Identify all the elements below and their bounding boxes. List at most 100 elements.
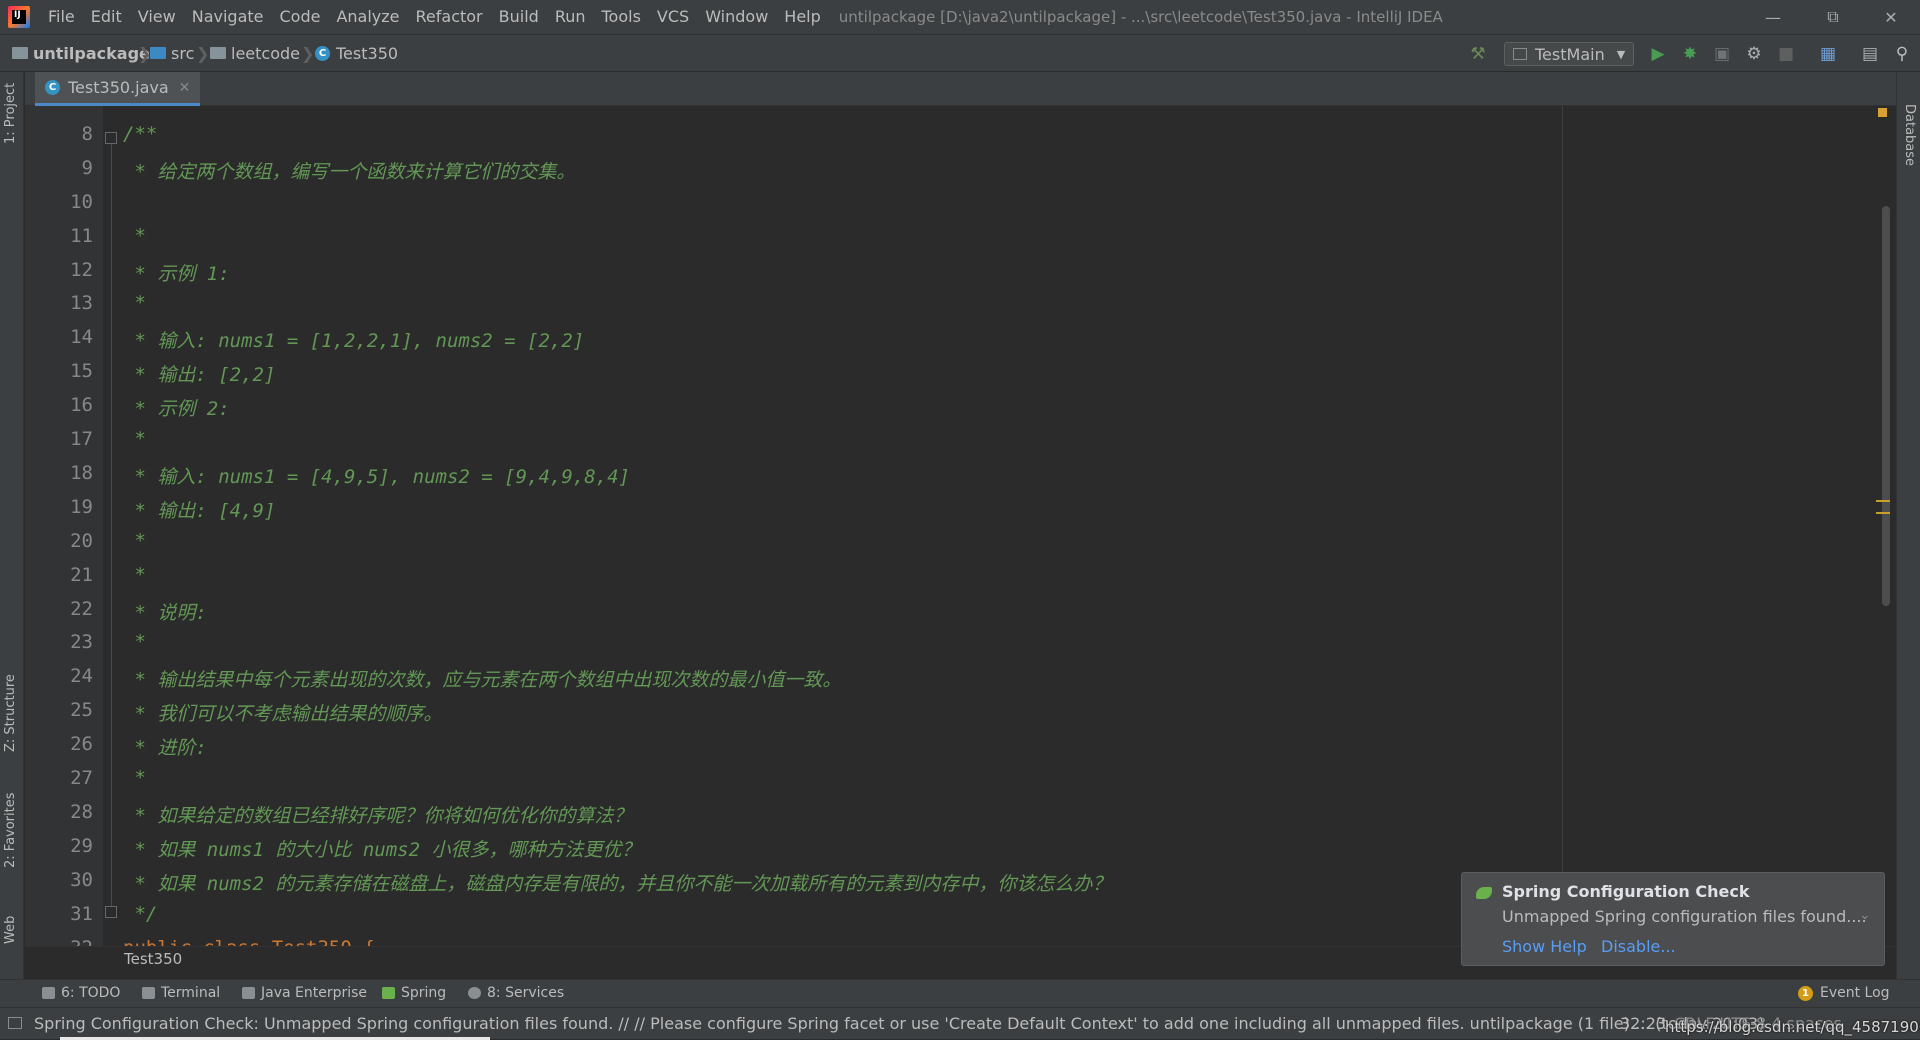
editor-tab-row: C Test350.java ✕: [25, 72, 1896, 106]
line-number: 19: [70, 495, 93, 518]
debug-icon[interactable]: ✸: [1680, 44, 1700, 64]
line-number: 22: [70, 597, 93, 620]
code-line: *: [123, 224, 146, 247]
line-number: 13: [70, 292, 93, 315]
menu-navigate[interactable]: Navigate: [184, 0, 272, 34]
menu-edit[interactable]: Edit: [83, 0, 130, 34]
menu-file[interactable]: File: [40, 0, 83, 34]
error-stripe-mark[interactable]: [1876, 512, 1890, 514]
code-line: *: [123, 529, 146, 552]
menu-analyze[interactable]: Analyze: [328, 0, 407, 34]
tool-window-bar: 6: TODO Terminal Java Enterprise Spring …: [0, 979, 1920, 1007]
menu-vcs[interactable]: VCS: [649, 0, 697, 34]
java-enterprise-tool-button[interactable]: Java Enterprise: [242, 985, 367, 1001]
stop-icon[interactable]: ■: [1776, 44, 1796, 64]
line-number: 16: [70, 394, 93, 417]
menu-help[interactable]: Help: [776, 0, 828, 34]
restore-button[interactable]: ⧉: [1804, 0, 1862, 34]
menu-run[interactable]: Run: [547, 0, 594, 34]
fold-collapse-icon[interactable]: [105, 132, 117, 144]
tool-tab-web[interactable]: Web: [3, 916, 18, 944]
menu-tools[interactable]: Tools: [594, 0, 649, 34]
line-number: 11: [70, 224, 93, 247]
fold-guide: [111, 138, 112, 908]
services-icon: [468, 987, 481, 999]
presentation-mode-icon[interactable]: ▤: [1860, 44, 1880, 64]
tool-tab-database[interactable]: Database: [1902, 104, 1917, 166]
notification-body: Unmapped Spring configuration files foun…: [1502, 907, 1867, 926]
line-number: 14: [70, 326, 93, 349]
line-number: 31: [70, 902, 93, 925]
fold-collapse-icon[interactable]: [105, 906, 117, 918]
run-icon[interactable]: ▶: [1648, 44, 1668, 64]
event-log-button[interactable]: 1 Event Log: [1798, 985, 1890, 1001]
line-number: 32: [33, 937, 93, 947]
status-bar: Spring Configuration Check: Unmapped Spr…: [0, 1007, 1920, 1040]
todo-tool-button[interactable]: 6: TODO: [42, 985, 120, 1001]
code-line: * 输入: nums1 = [4,9,5], nums2 = [9,4,9,8,…: [123, 465, 630, 488]
breadcrumb-class[interactable]: C Test350: [315, 43, 398, 63]
terminal-tool-button[interactable]: Terminal: [142, 985, 220, 1001]
line-number: 17: [70, 428, 93, 450]
tool-tab-favorites[interactable]: 2: Favorites: [3, 792, 18, 868]
warning-marker-icon[interactable]: [1878, 108, 1887, 117]
run-with-coverage-icon[interactable]: ▣: [1712, 44, 1732, 64]
code-line: *: [123, 292, 146, 315]
source-folder-icon: [150, 47, 166, 59]
editor-scrollbar[interactable]: [1882, 206, 1890, 606]
java-class-icon: C: [45, 80, 60, 95]
chevron-down-icon[interactable]: ⌄: [1859, 907, 1871, 923]
breadcrumb-src-label: src: [171, 43, 195, 63]
run-config-label: TestMain: [1535, 44, 1605, 64]
profile-icon[interactable]: ⚙: [1744, 44, 1764, 64]
disable-link[interactable]: Disable...: [1601, 937, 1676, 956]
search-icon[interactable]: ⚲: [1892, 44, 1912, 64]
line-number: 8: [81, 122, 93, 145]
project-folder-icon: [12, 47, 28, 59]
status-message[interactable]: Spring Configuration Check: Unmapped Spr…: [34, 1014, 1764, 1033]
services-tool-button[interactable]: 8: Services: [468, 985, 564, 1001]
menu-code[interactable]: Code: [272, 0, 329, 34]
code-line: * 进阶:: [123, 737, 207, 760]
editor-tab-test350[interactable]: C Test350.java ✕: [35, 72, 201, 106]
line-number: 12: [70, 258, 93, 281]
menu-build[interactable]: Build: [491, 0, 547, 34]
caret-position[interactable]: 32:23: [1620, 1014, 1666, 1033]
tool-tab-project[interactable]: 1: Project: [3, 83, 18, 144]
breadcrumb-package-label: leetcode: [231, 43, 300, 63]
breadcrumb-separator-icon: ❯: [301, 44, 315, 63]
minimize-button[interactable]: —: [1744, 0, 1802, 34]
close-tab-icon[interactable]: ✕: [179, 80, 191, 96]
code-line: * 输出: [2,2]: [123, 364, 276, 387]
spring-tool-button[interactable]: Spring: [382, 985, 446, 1001]
breadcrumb-class-label: Test350: [336, 43, 399, 63]
project-structure-icon[interactable]: ▦: [1818, 44, 1838, 64]
line-number: 26: [70, 733, 93, 756]
status-window-icon[interactable]: [8, 1017, 22, 1029]
tool-tab-structure[interactable]: Z: Structure: [3, 674, 18, 752]
code-editor[interactable]: 7 8 9 10 11 12 13 14 15 16 17 18 19 20 21 22 23 24 25 26 27 2…: [25, 106, 1896, 946]
code-line: * 如果 nums1 的大小比 nums2 小很多，哪种方法更优？: [123, 838, 641, 861]
code-line: *: [123, 631, 146, 654]
line-number: 24: [70, 665, 93, 688]
spring-config-notification: Spring Configuration Check Unmapped Spri…: [1461, 872, 1885, 966]
menu-refactor[interactable]: Refactor: [408, 0, 491, 34]
menu-view[interactable]: View: [130, 0, 184, 34]
error-stripe-mark[interactable]: [1876, 500, 1890, 502]
show-help-link[interactable]: Show Help: [1502, 937, 1587, 956]
code-line: * 输出结果中每个元素出现的次数，应与元素在两个数组中出现次数的最小值一致。: [123, 669, 842, 692]
breadcrumb-src[interactable]: src: [150, 43, 194, 63]
build-hammer-icon[interactable]: ⚒: [1468, 44, 1488, 64]
window-title: untilpackage [D:\java2\untilpackage] - .…: [838, 8, 1443, 26]
menu-window[interactable]: Window: [697, 0, 776, 34]
spring-leaf-icon: [1476, 887, 1492, 899]
code-line: /**: [123, 122, 158, 145]
close-window-button[interactable]: ✕: [1862, 0, 1920, 34]
code-line: * 输入: nums1 = [1,2,2,1], nums2 = [2,2]: [123, 330, 585, 353]
breadcrumb-package[interactable]: leetcode: [210, 43, 300, 63]
code-line: public class Test350 {: [123, 937, 375, 947]
terminal-icon: [142, 987, 155, 999]
breadcrumb-project[interactable]: untilpackage: [12, 43, 150, 63]
run-configuration-select[interactable]: TestMain ▼: [1504, 42, 1634, 66]
chevron-down-icon: ▼: [1616, 47, 1626, 61]
